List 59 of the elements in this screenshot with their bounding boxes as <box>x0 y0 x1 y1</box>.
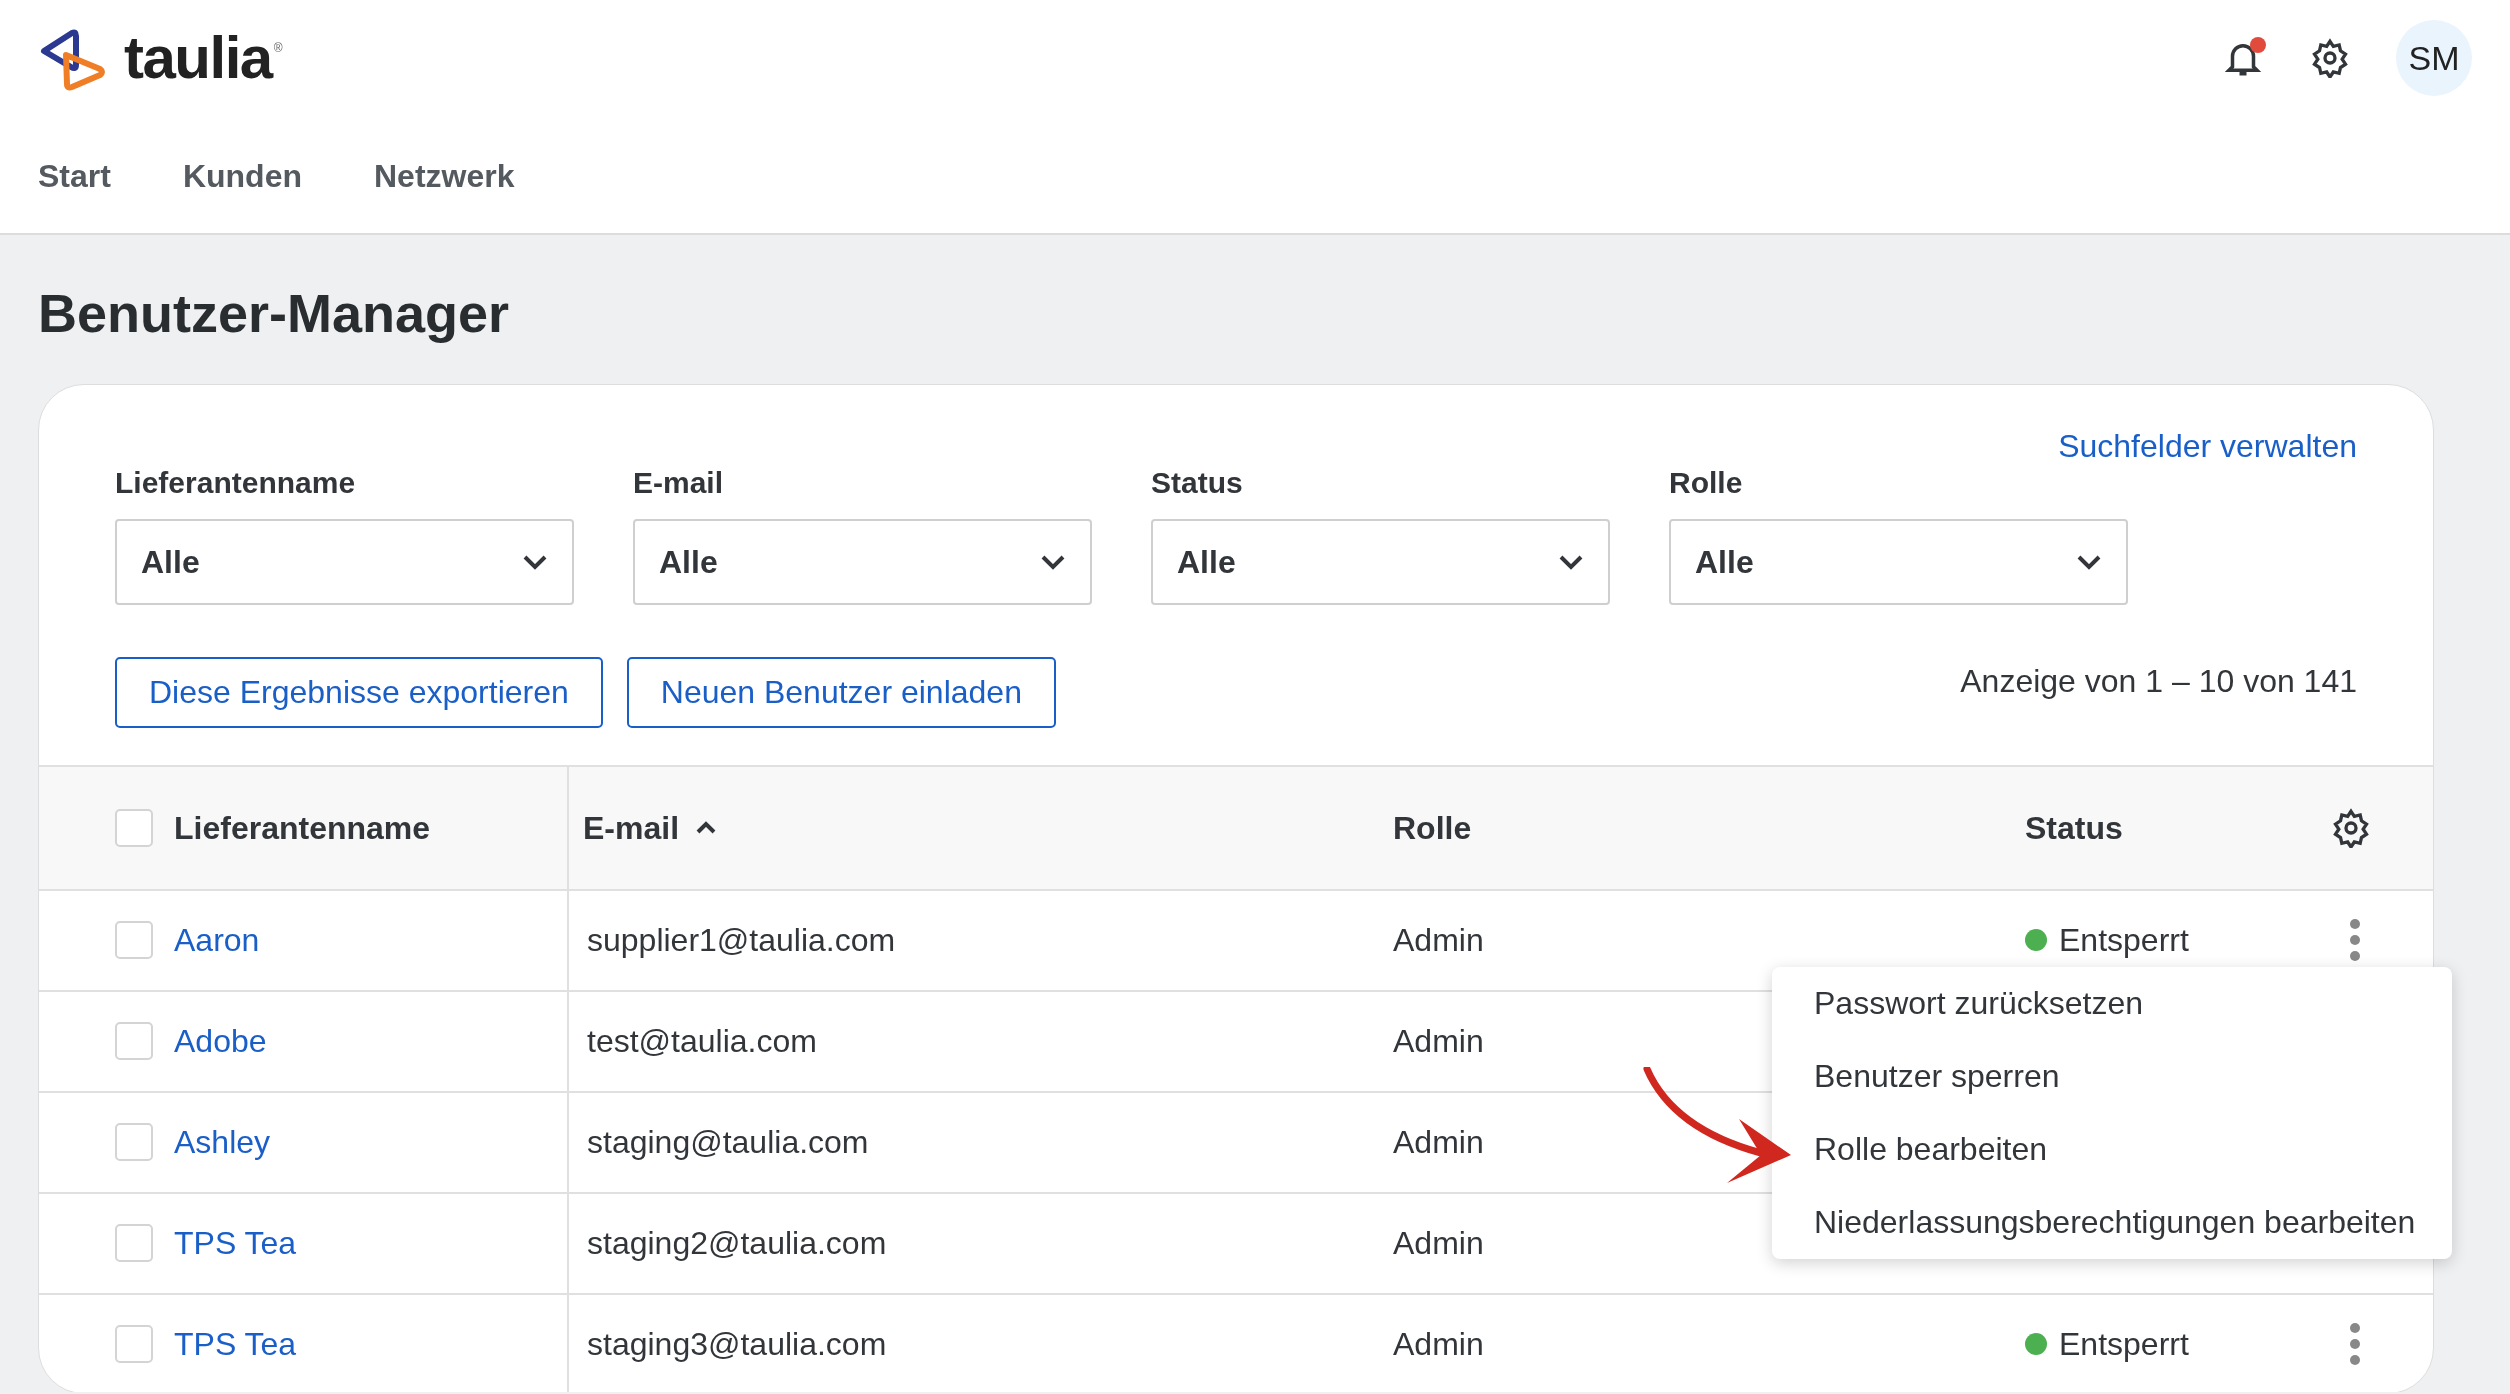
role-text: Admin <box>1393 1123 1484 1163</box>
action-button[interactable]: Neuen Benutzer einladen <box>626 656 1056 728</box>
filter-dropdown[interactable]: Alle <box>1151 518 1610 605</box>
filter-dropdown[interactable]: Alle <box>1669 518 2128 605</box>
menu-item[interactable]: Rolle bearbeiten <box>1772 1112 2452 1186</box>
more-options-icon[interactable] <box>2349 1322 2361 1367</box>
role-text: Admin <box>1393 1022 1484 1062</box>
column-header[interactable]: E-mail <box>583 803 680 852</box>
column-header[interactable]: Status <box>2025 803 2123 852</box>
registered-mark: ® <box>273 40 283 57</box>
role-text: Admin <box>1393 921 1484 961</box>
filter-label: Lieferantenname <box>115 464 357 501</box>
email-text: test@taulia.com <box>587 1022 817 1062</box>
checkbox[interactable] <box>115 1224 153 1263</box>
settings-icon[interactable] <box>2331 807 2371 848</box>
checkbox[interactable] <box>115 921 153 960</box>
chevron-icon <box>1040 553 1066 570</box>
supplier-link[interactable]: Ashley <box>174 1118 271 1167</box>
chevron-icon <box>522 553 548 570</box>
filter-dropdown[interactable]: Alle <box>115 518 574 605</box>
column-header[interactable]: Lieferantenname <box>174 803 431 852</box>
menu-item[interactable]: Benutzer sperren <box>1772 1039 2452 1113</box>
result-count: Anzeige von 1 – 10 von 141 <box>1960 661 2357 701</box>
status-text: Entsperrt <box>2059 1325 2189 1365</box>
nav-link[interactable]: Netzwerk <box>374 156 515 196</box>
column-header[interactable]: Rolle <box>1393 803 1472 852</box>
filter-dropdown[interactable]: Alle <box>633 518 1092 605</box>
status-text: Entsperrt <box>2059 921 2189 961</box>
menu-item[interactable]: Niederlassungsberechtigungen bearbeiten <box>1772 1185 2452 1259</box>
filter-label: Rolle <box>1669 464 1744 501</box>
checkbox[interactable] <box>115 808 153 847</box>
role-text: Admin <box>1393 1325 1484 1365</box>
email-text: staging3@taulia.com <box>587 1325 887 1365</box>
chevron-icon <box>1558 553 1584 570</box>
supplier-link[interactable]: TPS Tea <box>174 1219 297 1268</box>
checkbox[interactable] <box>115 1123 153 1162</box>
email-text: staging@taulia.com <box>587 1123 869 1163</box>
action-button[interactable]: Diese Ergebnisse exportieren <box>115 656 603 728</box>
checkbox[interactable] <box>115 1325 153 1364</box>
manage-fields-link[interactable]: Suchfelder verwalten <box>2058 425 2357 466</box>
role-text: Admin <box>1393 1224 1484 1264</box>
user-avatar[interactable]: SM <box>2396 20 2472 96</box>
notification-button[interactable] <box>2222 37 2264 79</box>
settings-icon[interactable] <box>2310 38 2350 78</box>
supplier-link[interactable]: Adobe <box>174 1017 267 1066</box>
more-options-icon[interactable] <box>2349 918 2361 963</box>
checkbox[interactable] <box>115 1022 153 1061</box>
supplier-link[interactable]: Aaron <box>174 916 260 965</box>
page-title: Benutzer-Manager <box>38 282 511 345</box>
filter-label: E-mail <box>633 464 725 501</box>
email-text: supplier1@taulia.com <box>587 921 896 961</box>
chevron-icon <box>2076 553 2102 570</box>
filter-label: Status <box>1151 464 1244 501</box>
nav-link[interactable]: Kunden <box>182 156 302 196</box>
logo-text: taulia <box>124 28 272 88</box>
menu-item[interactable]: Passwort zurücksetzen <box>1772 966 2452 1040</box>
email-text: staging2@taulia.com <box>587 1224 887 1264</box>
nav-link[interactable]: Start <box>38 156 111 196</box>
supplier-link[interactable]: TPS Tea <box>174 1320 297 1369</box>
